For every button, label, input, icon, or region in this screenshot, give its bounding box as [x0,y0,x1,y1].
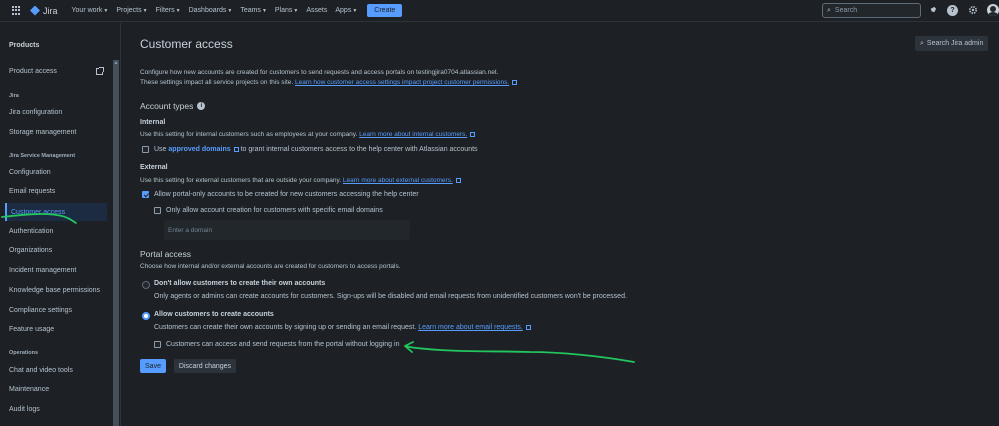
intro-text: Configure how new accounts are created f… [140,69,499,76]
chevron-down-icon: ▼ [293,7,299,14]
portal-access-heading: Portal access [140,249,192,259]
admin-sidebar: Products Product access Jira Jira config… [0,23,112,426]
chevron-down-icon: ▼ [261,7,267,14]
portal-only-accounts-label: Allow portal-only accounts to be created… [154,191,419,198]
approved-domains-link[interactable]: approved domains [168,146,230,153]
app-name: Jira [43,5,58,16]
dont-allow-accounts-radio[interactable] [142,281,150,289]
app-switcher-icon[interactable] [12,5,22,16]
sidebar-item-audit-logs[interactable]: Audit logs [9,406,40,413]
external-heading: External [140,164,168,171]
sidebar-item-customer-access[interactable]: Customer access [5,203,107,221]
portal-access-description: Choose how internal and/or external acco… [140,263,401,270]
help-icon[interactable]: ? [947,4,958,16]
nav-menu: Your work ▼ Projects ▼ Filters ▼ Dashboards… [72,7,366,14]
sidebar-item-feature-usage[interactable]: Feature usage [9,326,54,333]
sidebar-item-product-access[interactable]: Product access [9,68,57,75]
allow-create-accounts-description: Customers can create their own accounts … [154,324,531,331]
dont-allow-accounts-description: Only agents or admins can create account… [154,293,627,300]
top-right-icons: ? [927,4,999,16]
sidebar-item-jira-configuration[interactable]: Jira configuration [9,109,62,116]
internal-description: Use this setting for internal customers … [140,131,476,138]
account-types-heading: Account types i [140,101,206,111]
learn-email-requests-link[interactable]: Learn more about email requests. [418,324,523,331]
search-jira-admin-button[interactable]: ⌕ Search Jira admin [915,36,988,51]
anonymous-access-checkbox[interactable] [154,341,161,348]
sidebar-item-chat-video-tools[interactable]: Chat and video tools [9,367,73,374]
nav-plans[interactable]: Plans ▼ [275,7,298,14]
external-link-icon [470,131,476,137]
nav-dashboards[interactable]: Dashboards ▼ [189,7,233,14]
jira-logo-icon [30,5,40,16]
internal-heading: Internal [140,119,166,126]
allow-create-accounts-radio[interactable] [142,312,150,320]
discard-changes-button[interactable]: Discard changes [174,359,236,373]
notifications-icon[interactable] [927,5,938,16]
sidebar-section-jsm: Jira Service Management [9,153,76,159]
create-button[interactable]: Create [367,4,403,17]
scroll-up-arrow-icon[interactable]: ▲ [113,60,119,66]
specific-domains-label: Only allow account creation for customer… [166,207,383,214]
nav-projects[interactable]: Projects ▼ [116,7,147,14]
specific-domains-checkbox[interactable] [154,207,161,214]
allow-create-accounts-title: Allow customers to create accounts [154,311,274,318]
external-description: Use this setting for external customers … [140,177,461,184]
search-icon: ⌕ [920,39,924,47]
sidebar-item-knowledge-base-permissions[interactable]: Knowledge base permissions [9,287,100,294]
chevron-down-icon: ▼ [142,7,148,14]
chevron-down-icon: ▼ [103,7,109,14]
sidebar-item-maintenance[interactable]: Maintenance [9,386,49,393]
learn-external-customers-link[interactable]: Learn more about external customers. [343,177,453,184]
search-jira-admin-label: Search Jira admin [926,40,984,47]
search-placeholder: Search [834,7,858,14]
sidebar-section-jira: Jira [9,93,19,99]
learn-customer-permissions-link[interactable]: Learn how customer access settings impac… [295,79,509,86]
sidebar-item-incident-management[interactable]: Incident management [9,267,76,274]
sidebar-section-operations: Operations [9,350,39,356]
external-link-icon [455,177,461,183]
search-icon: ⌕ [827,6,831,14]
external-link-icon [96,67,104,75]
chevron-down-icon: ▼ [175,7,181,14]
chevron-down-icon: ▼ [352,7,358,14]
external-link-icon [525,324,531,330]
approved-domains-checkbox[interactable] [142,146,149,153]
sidebar-item-authentication[interactable]: Authentication [9,228,53,235]
nav-assets[interactable]: Assets [306,7,327,14]
domain-input[interactable]: Enter a domain [164,220,410,240]
avatar[interactable] [987,4,999,16]
chevron-down-icon: ▼ [227,7,233,14]
nav-apps[interactable]: Apps ▼ [335,7,357,14]
sidebar-scrollbar[interactable] [113,60,119,426]
sidebar-item-configuration[interactable]: Configuration [9,169,51,176]
sidebar-item-organizations[interactable]: Organizations [9,247,52,254]
nav-teams[interactable]: Teams ▼ [240,7,267,14]
save-button[interactable]: Save [140,359,166,373]
nav-filters[interactable]: Filters ▼ [156,7,181,14]
page-title: Customer access [140,37,233,51]
sidebar-item-storage-management[interactable]: Storage management [9,129,76,136]
sidebar-heading: Products [9,42,40,49]
anonymous-access-label: Customers can access and send requests f… [166,341,400,348]
approved-domains-label: Use approved domains to grant internal c… [154,146,478,153]
jira-logo[interactable]: Jira [30,5,58,16]
portal-only-accounts-checkbox[interactable] [142,191,149,198]
settings-icon[interactable] [967,5,978,16]
external-link-icon [512,79,518,85]
sidebar-item-email-requests[interactable]: Email requests [9,188,55,195]
sidebar-item-compliance-settings[interactable]: Compliance settings [9,307,72,314]
info-icon[interactable]: i [197,102,206,110]
global-search-input[interactable]: ⌕ Search [822,3,921,18]
nav-your-work[interactable]: Your work ▼ [72,7,109,14]
dont-allow-accounts-title: Don't allow customers to create their ow… [154,280,326,287]
intro-text-2: These settings impact all service projec… [140,79,518,86]
sidebar-divider [120,23,121,426]
learn-internal-customers-link[interactable]: Learn more about internal customers. [359,131,467,138]
annotation-arrow [404,341,635,363]
